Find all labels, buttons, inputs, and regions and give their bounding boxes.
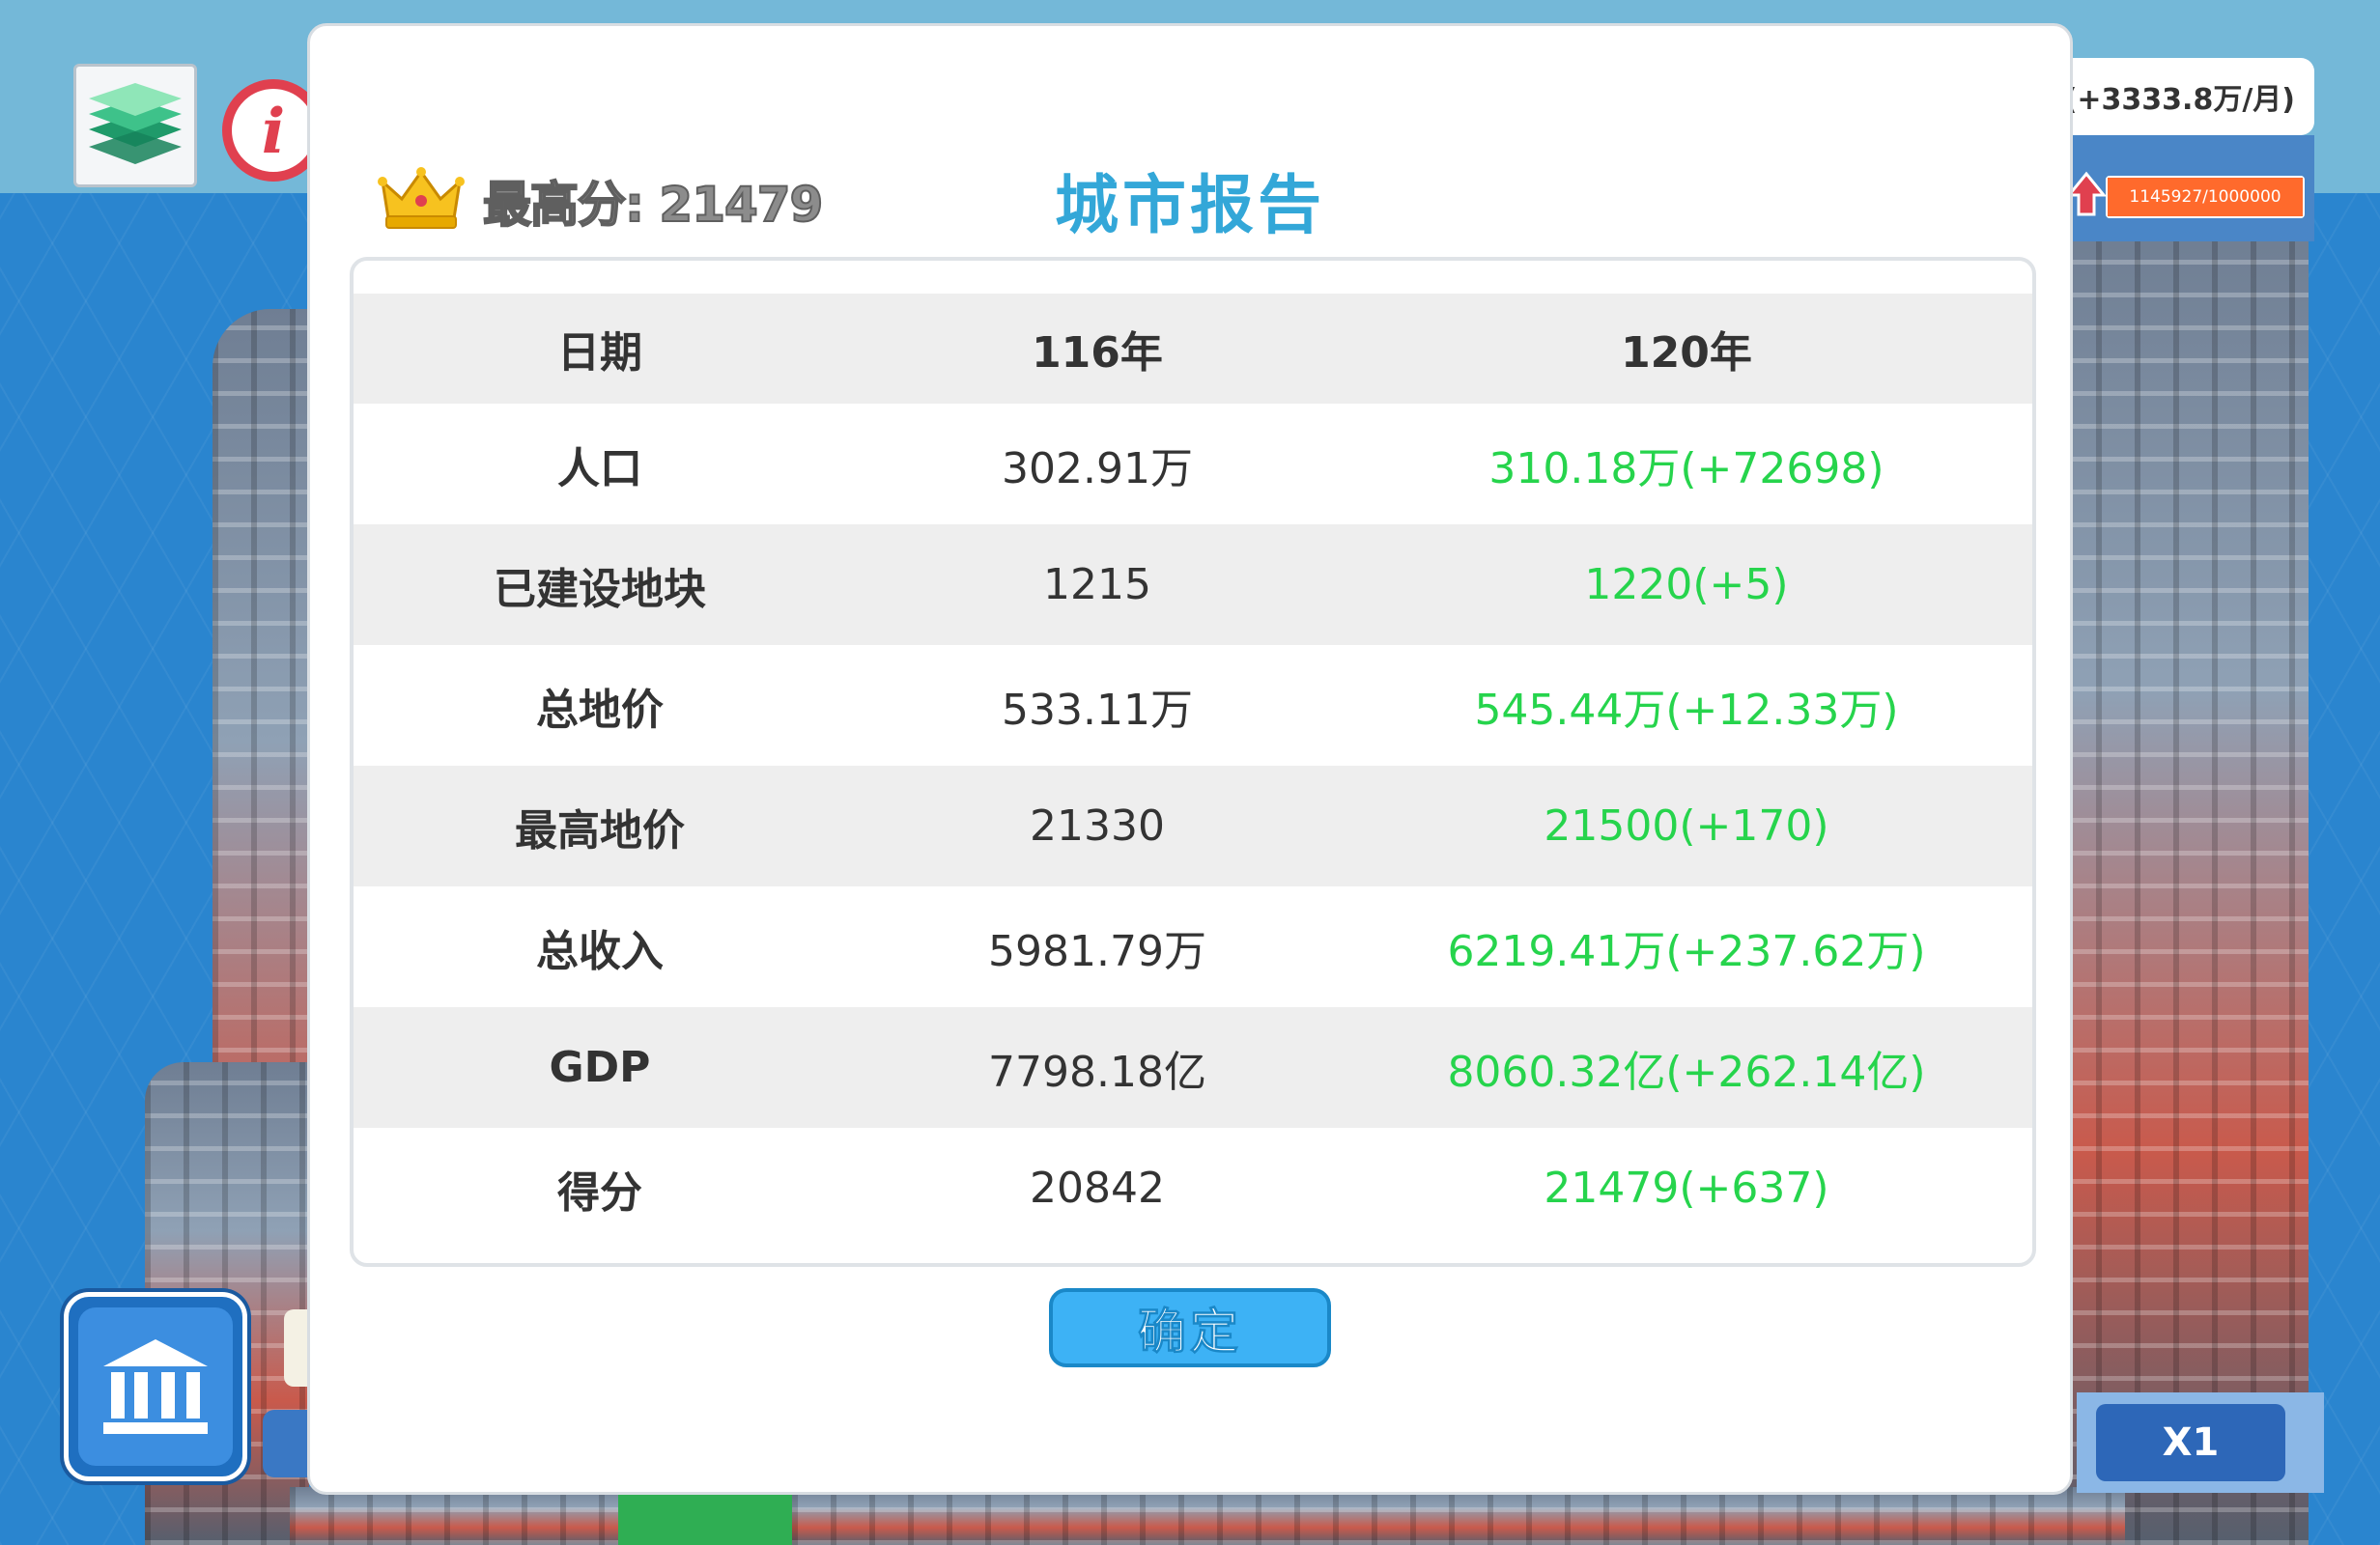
row-label: 最高地价 (515, 805, 685, 856)
row-value-before: 533.11万 (1002, 685, 1193, 735)
svg-text:i: i (262, 96, 285, 168)
up-arrow-icon (2067, 171, 2106, 216)
row-label: 人口 (557, 443, 642, 493)
table-row: GDP 7798.18亿 8060.32亿(+262.14亿) (354, 1007, 2032, 1128)
city-buildings-right (2057, 232, 2309, 1545)
row-value-before: 302.91万 (1002, 443, 1193, 493)
confirm-button[interactable]: 确定 (1049, 1288, 1331, 1367)
row-value-after: 310.18万(+72698) (1488, 443, 1884, 493)
progress-text: 1145927/1000000 (2129, 187, 2281, 207)
bank-button[interactable] (64, 1292, 247, 1481)
row-value-after: 545.44万(+12.33万) (1474, 685, 1899, 735)
row-label: 已建设地块 (494, 564, 706, 614)
row-label: GDP (549, 1043, 651, 1092)
row-value-before: 1215 (1043, 560, 1151, 609)
bank-icon (103, 1339, 208, 1434)
park-area (618, 1487, 792, 1545)
layers-button[interactable] (73, 64, 197, 187)
row-value-before: 20842 (1030, 1164, 1165, 1213)
row-label: 得分 (557, 1167, 642, 1218)
high-score: 最高分: 21479 (482, 176, 824, 234)
row-label: 总收入 (536, 926, 664, 976)
table-row: 最高地价 21330 21500(+170) (354, 766, 2032, 886)
table-row: 得分 20842 21479(+637) (354, 1128, 2032, 1249)
money-text: 亿(+3333.8万/月) (2034, 83, 2295, 117)
dialog-title: 城市报告 (1055, 168, 1325, 242)
header-date: 日期 (557, 328, 642, 378)
population-progress-bar: 1145927/1000000 (2106, 176, 2305, 218)
row-value-after: 8060.32亿(+262.14亿) (1447, 1047, 1926, 1097)
table-row: 人口 302.91万 310.18万(+72698) (354, 404, 2032, 524)
row-label: 总地价 (536, 685, 664, 735)
row-value-after: 1220(+5) (1584, 560, 1789, 609)
row-value-after: 21479(+637) (1544, 1164, 1829, 1213)
table-row: 已建设地块 1215 1220(+5) (354, 524, 2032, 645)
table-row: 总收入 5981.79万 6219.41万(+237.62万) (354, 886, 2032, 1007)
header-year-before: 116年 (1032, 328, 1163, 378)
header-year-after: 120年 (1621, 328, 1752, 378)
row-value-after: 21500(+170) (1544, 801, 1829, 851)
report-table: 日期 116年 120年 人口 302.91万 310.18万(+72698) … (350, 257, 2036, 1267)
table-header-row: 日期 116年 120年 (354, 294, 2032, 404)
crown-icon (378, 167, 465, 229)
row-value-after: 6219.41万(+237.62万) (1447, 926, 1926, 976)
row-value-before: 21330 (1030, 801, 1165, 851)
layers-icon (89, 83, 182, 164)
row-value-before: 7798.18亿 (988, 1047, 1206, 1097)
speed-button[interactable]: X1 (2096, 1404, 2285, 1481)
row-value-before: 5981.79万 (988, 926, 1206, 976)
city-buildings-bottom (290, 1487, 2125, 1545)
table-row: 总地价 533.11万 545.44万(+12.33万) (354, 645, 2032, 766)
